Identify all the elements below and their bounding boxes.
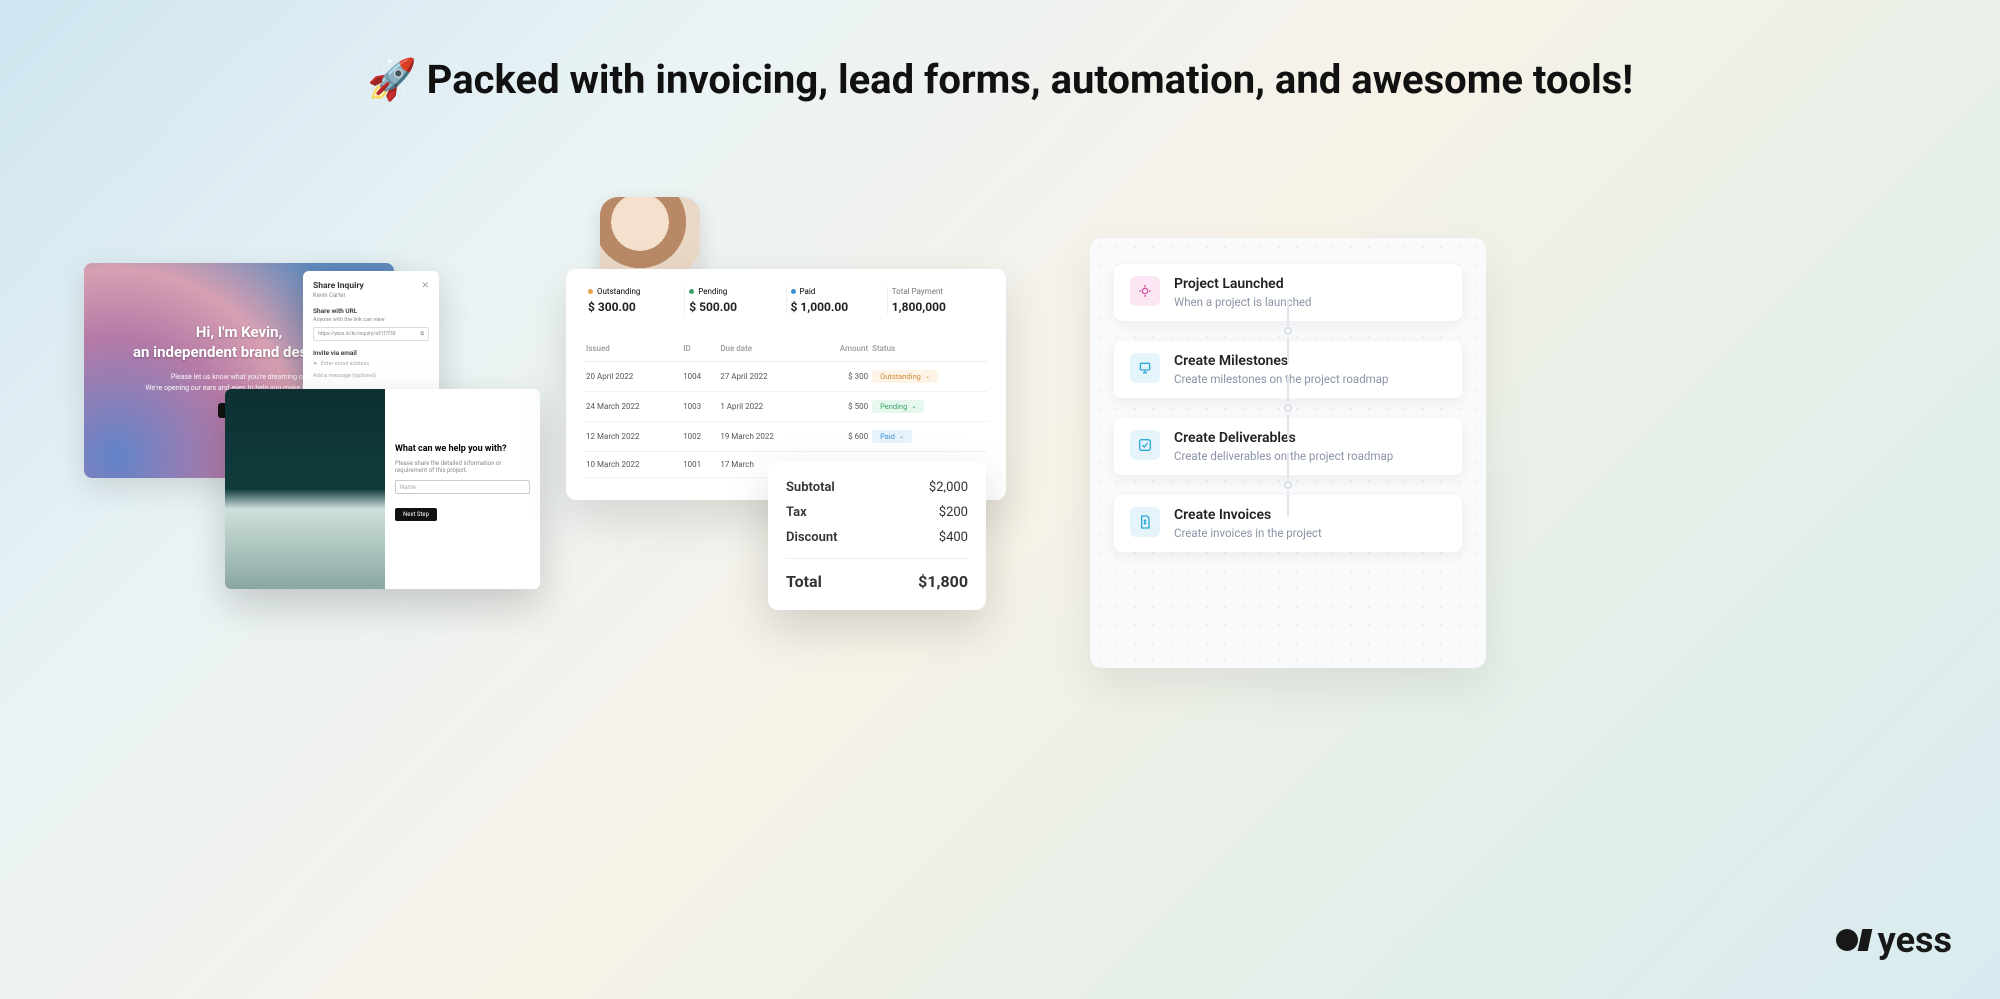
summary-label: Outstanding <box>597 287 640 296</box>
automation-desc: Create invoices in the project <box>1174 526 1322 540</box>
table-row[interactable]: 24 March 2022 1003 1 April 2022 $ 500 Pe… <box>584 392 988 422</box>
cell-id: 1003 <box>681 392 718 422</box>
tax-label: Tax <box>786 505 807 520</box>
col-amount[interactable]: Amount <box>816 336 871 362</box>
summary-amount: $ 1,000.00 <box>791 300 883 314</box>
email-placeholder: Enter email address <box>321 361 369 367</box>
col-issued[interactable]: Issued <box>584 336 681 362</box>
summary-label: Paid <box>800 287 816 296</box>
invoice-icon <box>1130 507 1160 537</box>
wizard-hint: Please share the detailed information or… <box>395 460 530 474</box>
wizard-question: What can we help you with? <box>395 444 530 454</box>
col-status[interactable]: Status <box>870 336 988 362</box>
cell-issued: 12 March 2022 <box>584 422 681 452</box>
cell-issued: 20 April 2022 <box>584 362 681 392</box>
totals-panel: Subtotal $2,000 Tax $200 Discount $400 Tota… <box>768 461 986 610</box>
modal-title: Share Inquiry <box>313 281 429 291</box>
invite-heading: Invite via email <box>313 349 429 357</box>
cell-amount: $ 600 <box>816 422 871 452</box>
tax-value: $200 <box>939 505 968 520</box>
invoice-table: Issued ID Due date Amount Status 20 Apri… <box>584 336 988 478</box>
col-id[interactable]: ID <box>681 336 718 362</box>
total-value: $1,800 <box>918 572 968 591</box>
cell-issued: 10 March 2022 <box>584 452 681 478</box>
cell-amount: $ 300 <box>816 362 871 392</box>
cell-status: Paid ⌄ <box>870 422 988 452</box>
inquiry-wizard-card: What can we help you with? Please share … <box>225 389 540 589</box>
deliverable-icon <box>1130 430 1160 460</box>
automation-title: Create Deliverables <box>1174 430 1393 446</box>
automation-title: Project Launched <box>1174 276 1312 292</box>
col-due[interactable]: Due date <box>718 336 815 362</box>
share-url-note: Anyone with the link can view <box>313 317 429 323</box>
send-icon: ➤ <box>313 361 318 367</box>
discount-label: Discount <box>786 530 838 545</box>
cell-due: 1 April 2022 <box>718 392 815 422</box>
invoice-summary: Outstanding $ 300.00 Pending $ 500.00 Pa… <box>584 287 988 314</box>
summary-label: Total Payment <box>892 287 984 296</box>
connector-icon <box>1114 321 1462 341</box>
milestone-icon <box>1130 353 1160 383</box>
modal-subtitle: Kevin Carter <box>313 292 429 299</box>
automation-desc: Create milestones on the project roadmap <box>1174 372 1388 386</box>
status-badge[interactable]: Outstanding ⌄ <box>872 370 938 383</box>
cell-issued: 24 March 2022 <box>584 392 681 422</box>
automation-title: Create Invoices <box>1174 507 1322 523</box>
cell-status: Pending ⌄ <box>870 392 988 422</box>
share-url-value: https://yess.io/kc-inquiry/a91f7f30 <box>318 331 396 337</box>
cell-id: 1001 <box>681 452 718 478</box>
invite-message-input[interactable]: Add a message (optional) <box>313 373 429 379</box>
status-badge[interactable]: Paid ⌄ <box>872 430 912 443</box>
share-url-heading: Share with URL <box>313 307 429 315</box>
subtotal-label: Subtotal <box>786 480 835 495</box>
discount-value: $400 <box>939 530 968 545</box>
summary-amount: $ 500.00 <box>689 300 781 314</box>
logo-mark-icon <box>1836 929 1870 951</box>
wizard-image <box>225 389 385 589</box>
cell-due: 19 March 2022 <box>718 422 815 452</box>
share-url-input[interactable]: https://yess.io/kc-inquiry/a91f7f30 ⧉ <box>313 327 429 341</box>
status-dot-icon <box>689 289 694 294</box>
page-headline: 🚀 Packed with invoicing, lead forms, aut… <box>0 56 2000 103</box>
chevron-down-icon: ⌄ <box>899 433 904 440</box>
copy-icon[interactable]: ⧉ <box>420 331 424 337</box>
brand-logo: yess <box>1836 919 1952 961</box>
cell-status: Outstanding ⌄ <box>870 362 988 392</box>
summary-amount: $ 300.00 <box>588 300 680 314</box>
subtotal-value: $2,000 <box>929 480 968 495</box>
brand-name: yess <box>1878 919 1952 961</box>
cell-amount: $ 500 <box>816 392 871 422</box>
automation-title: Create Milestones <box>1174 353 1388 369</box>
connector-icon <box>1114 398 1462 418</box>
status-dot-icon <box>588 289 593 294</box>
total-label: Total <box>786 572 822 591</box>
table-row[interactable]: 20 April 2022 1004 27 April 2022 $ 300 O… <box>584 362 988 392</box>
cell-due: 27 April 2022 <box>718 362 815 392</box>
table-row[interactable]: 12 March 2022 1002 19 March 2022 $ 600 P… <box>584 422 988 452</box>
divider <box>786 558 968 559</box>
chevron-down-icon: ⌄ <box>911 403 916 410</box>
automation-panel: Project Launched When a project is launc… <box>1090 238 1486 668</box>
summary-paid: Paid $ 1,000.00 <box>787 287 888 314</box>
next-step-button[interactable]: Next Step <box>395 508 437 521</box>
summary-label: Pending <box>698 287 727 296</box>
launch-icon <box>1130 276 1160 306</box>
automation-desc: Create deliverables on the project roadm… <box>1174 449 1393 463</box>
status-badge[interactable]: Pending ⌄ <box>872 400 924 413</box>
summary-amount: 1,800,000 <box>892 300 984 314</box>
cell-id: 1004 <box>681 362 718 392</box>
status-dot-icon <box>791 289 796 294</box>
name-input[interactable]: Name <box>395 480 530 494</box>
invite-email-input[interactable]: ➤ Enter email address <box>313 361 429 367</box>
connector-icon <box>1114 475 1462 495</box>
summary-pending: Pending $ 500.00 <box>685 287 786 314</box>
summary-outstanding: Outstanding $ 300.00 <box>584 287 685 314</box>
chevron-down-icon: ⌄ <box>925 373 930 380</box>
cell-id: 1002 <box>681 422 718 452</box>
close-icon[interactable]: ✕ <box>421 281 429 291</box>
summary-total: Total Payment 1,800,000 <box>888 287 988 314</box>
automation-desc: When a project is launched <box>1174 295 1312 309</box>
